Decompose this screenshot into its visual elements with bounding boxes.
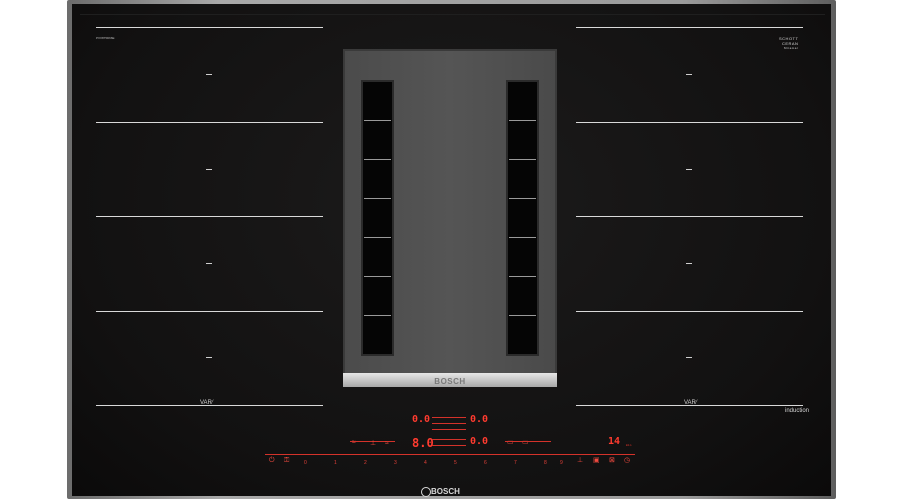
extractor-down-icon[interactable]: ⊥ [370,440,376,447]
right-indicator-line [505,441,551,442]
scale-6[interactable]: 6 [484,460,487,466]
power-slider-track[interactable] [265,454,635,455]
induction-label: induction [785,408,810,414]
wipe-protect-icon[interactable]: ⊥ [577,457,583,464]
vario-marker-left: VAR⁄ [200,400,213,406]
zone-line [576,216,803,217]
zone-line [96,27,323,28]
scale-3[interactable]: 3 [394,460,397,466]
scale-0[interactable]: 0 [304,460,307,466]
display-dash [432,445,466,446]
display-top-right: 0.0 [470,414,489,425]
timer-display: 14 [608,436,621,447]
scale-8[interactable]: 8 [544,460,547,466]
schott-ceran-logo: SCHOTT CERAN Miramar [779,36,799,50]
timer-set-icon[interactable]: ⊠ [609,457,615,464]
zone-line [576,27,803,28]
display-dash [432,429,466,430]
zone-indicator[interactable] [686,74,692,75]
clock-icon[interactable]: ◷ [624,457,630,464]
zone-line [576,122,803,123]
zone-indicator[interactable] [206,357,212,358]
top-edge [80,14,825,15]
child-lock-icon[interactable]: ⚿ [284,457,289,464]
zone-indicator[interactable] [686,357,692,358]
scale-7[interactable]: 7 [514,460,517,466]
scale-2[interactable]: 2 [364,460,367,466]
bosch-emblem-icon [421,487,431,497]
display-dash [432,417,466,418]
display-dash [432,439,466,440]
zone-indicator[interactable] [206,74,212,75]
display-top-left: 0.0 [412,414,431,425]
zone-indicator[interactable] [206,169,212,170]
zone-indicator[interactable] [686,263,692,264]
vario-marker-right: VAR⁄ [684,400,697,406]
display-mid-right: 0.0 [470,436,489,447]
zone-indicator[interactable] [206,263,212,264]
zone-line [96,311,323,312]
zone-line [96,216,323,217]
scale-4[interactable]: 4 [424,460,427,466]
downdraft-vent: BOSCH [343,49,557,387]
lock-icon[interactable]: ▣ [593,457,600,464]
extractor-icon[interactable]: ≈ [385,440,389,447]
display-dash [432,423,466,424]
bosch-logo: BOSCH [431,487,460,496]
power-icon[interactable]: ⏻ [269,457,275,464]
zone-indicator[interactable] [686,169,692,170]
scale-1[interactable]: 1 [334,460,337,466]
zone-line [96,122,323,123]
model-code: PXX875D66E [96,36,115,40]
display-mid-left: 8.0 [412,436,434,450]
scale-5[interactable]: 5 [454,460,457,466]
vent-slot-right [506,80,539,356]
vent-brand-logo: BOSCH [434,377,466,386]
zone-line [576,311,803,312]
timer-unit: min [626,443,632,447]
vent-slot-left [361,80,394,356]
scale-9[interactable]: 9 [560,460,563,466]
